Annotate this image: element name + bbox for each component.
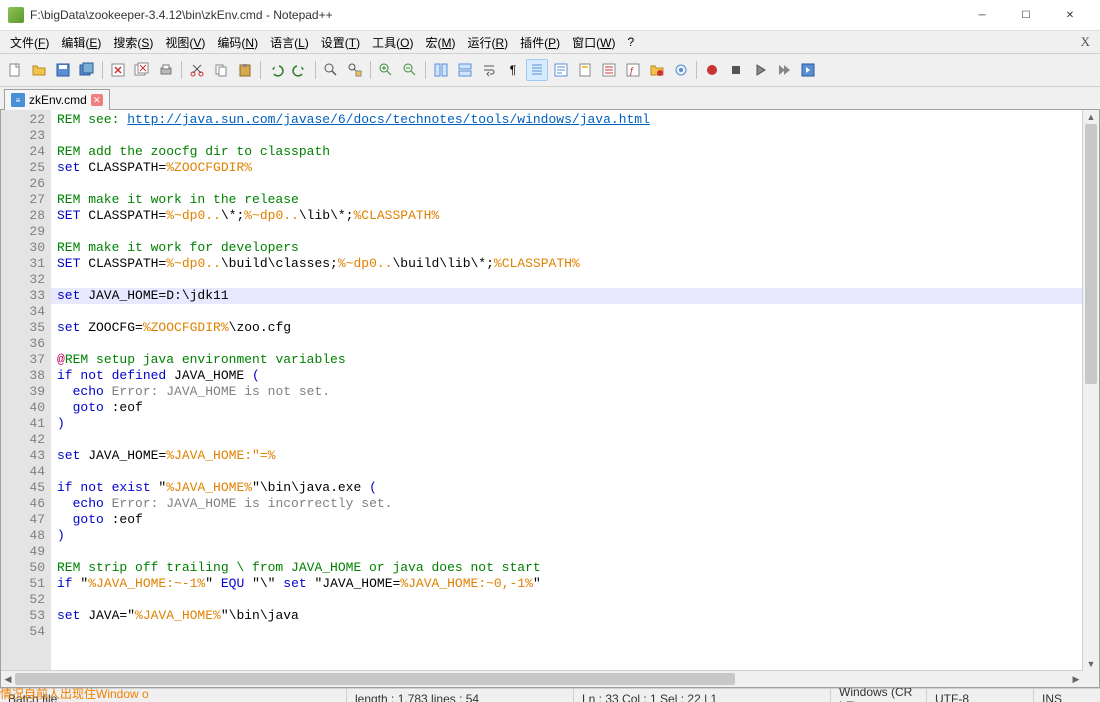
find-icon[interactable] [320, 59, 342, 81]
maximize-button[interactable]: ☐ [1004, 0, 1048, 30]
line-number-gutter: 2223242526272829303132333435363738394041… [1, 110, 51, 671]
editor-area: 2223242526272829303132333435363738394041… [0, 110, 1100, 688]
record-macro-icon[interactable] [701, 59, 723, 81]
editor[interactable]: 2223242526272829303132333435363738394041… [1, 110, 1083, 671]
close-file-icon[interactable] [107, 59, 129, 81]
status-eol[interactable]: Windows (CR LF) [831, 689, 927, 702]
menu-w[interactable]: 窗口(W) [566, 32, 621, 53]
menu-s[interactable]: 搜索(S) [107, 32, 159, 53]
toolbar: ¶ ƒ [0, 54, 1100, 87]
menu-l[interactable]: 语言(L) [264, 32, 315, 53]
paste-icon[interactable] [234, 59, 256, 81]
svg-text:ƒ: ƒ [629, 66, 635, 77]
cut-icon[interactable] [186, 59, 208, 81]
titlebar: F:\bigData\zookeeper-3.4.12\bin\zkEnv.cm… [0, 0, 1100, 31]
zoom-out-icon[interactable] [399, 59, 421, 81]
horizontal-scrollbar[interactable]: ◀ ▶ [1, 670, 1083, 687]
menu-f[interactable]: 文件(F) [4, 32, 55, 53]
status-length: length : 1,783 lines : 54 [347, 689, 574, 702]
menu-t[interactable]: 设置(T) [315, 32, 366, 53]
app-icon [8, 7, 24, 23]
scroll-right-icon[interactable]: ▶ [1069, 671, 1083, 687]
code-content[interactable]: REM see: http://java.sun.com/javase/6/do… [51, 110, 1083, 671]
minimize-button[interactable]: ─ [960, 0, 1004, 30]
doc-map-icon[interactable] [574, 59, 596, 81]
sync-v-icon[interactable] [430, 59, 452, 81]
menu-o[interactable]: 工具(O) [366, 32, 419, 53]
open-folder-icon[interactable] [28, 59, 50, 81]
show-chars-icon[interactable]: ¶ [502, 59, 524, 81]
wrap-icon[interactable] [478, 59, 500, 81]
lang-format-icon[interactable] [550, 59, 572, 81]
secondary-close-icon[interactable]: X [1081, 34, 1090, 50]
tabbar: ≡ zkEnv.cmd ✕ [0, 87, 1100, 110]
doc-list-icon[interactable] [598, 59, 620, 81]
save-macro-icon[interactable] [797, 59, 819, 81]
replace-icon[interactable] [344, 59, 366, 81]
close-button[interactable]: ✕ [1048, 0, 1092, 30]
save-icon[interactable] [52, 59, 74, 81]
copy-icon[interactable] [210, 59, 232, 81]
file-type-icon: ≡ [11, 93, 25, 107]
indent-guide-icon[interactable] [526, 59, 548, 81]
menu-p[interactable]: 插件(P) [514, 32, 566, 53]
tab-label: zkEnv.cmd [29, 93, 87, 107]
folder-workspace-icon[interactable] [646, 59, 668, 81]
status-encoding[interactable]: UTF-8 [927, 689, 1034, 702]
save-all-icon[interactable] [76, 59, 98, 81]
zoom-in-icon[interactable] [375, 59, 397, 81]
tab-zkenv[interactable]: ≡ zkEnv.cmd ✕ [4, 89, 110, 110]
window-buttons: ─ ☐ ✕ [960, 0, 1092, 30]
scroll-up-icon[interactable]: ▲ [1083, 110, 1099, 124]
menu-m[interactable]: 宏(M) [419, 32, 461, 53]
menu-r[interactable]: 运行(R) [461, 32, 514, 53]
menu-n[interactable]: 编码(N) [211, 32, 264, 53]
function-list-icon[interactable]: ƒ [622, 59, 644, 81]
sync-h-icon[interactable] [454, 59, 476, 81]
window-title: F:\bigData\zookeeper-3.4.12\bin\zkEnv.cm… [30, 8, 960, 22]
vscroll-thumb[interactable] [1085, 124, 1097, 384]
play-multi-icon[interactable] [773, 59, 795, 81]
hscroll-thumb[interactable] [15, 673, 735, 685]
status-position: Ln : 33 Col : 1 Sel : 22 | 1 [574, 689, 831, 702]
print-icon[interactable] [155, 59, 177, 81]
clipped-background-text: 情况自前人出现住Window o [0, 685, 149, 702]
close-all-icon[interactable] [131, 59, 153, 81]
menubar: 文件(F)编辑(E)搜索(S)视图(V)编码(N)语言(L)设置(T)工具(O)… [0, 31, 1100, 54]
scroll-corner [1083, 671, 1099, 687]
menu-e[interactable]: 编辑(E) [55, 32, 107, 53]
tab-close-icon[interactable]: ✕ [91, 94, 103, 106]
menu-v[interactable]: 视图(V) [159, 32, 211, 53]
menu-?[interactable]: ? [621, 33, 640, 51]
new-file-icon[interactable] [4, 59, 26, 81]
play-macro-icon[interactable] [749, 59, 771, 81]
redo-icon[interactable] [289, 59, 311, 81]
monitor-icon[interactable] [670, 59, 692, 81]
status-insert-mode[interactable]: INS [1034, 689, 1100, 702]
vertical-scrollbar[interactable]: ▲ ▼ [1082, 110, 1099, 671]
stop-macro-icon[interactable] [725, 59, 747, 81]
scroll-down-icon[interactable]: ▼ [1083, 657, 1099, 671]
undo-icon[interactable] [265, 59, 287, 81]
